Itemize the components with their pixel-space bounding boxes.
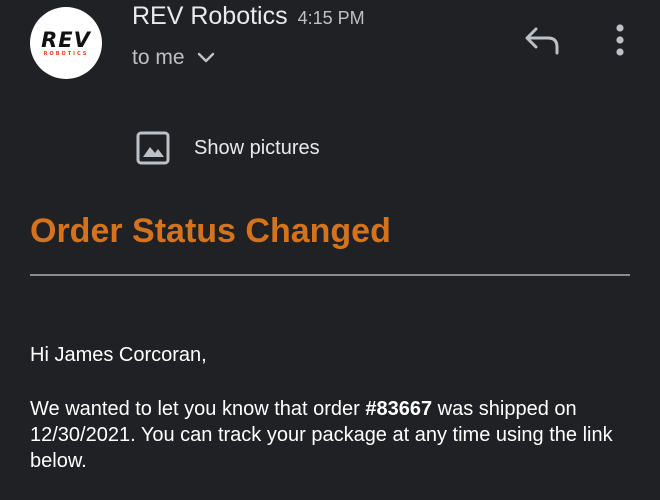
- recipient-details-toggle[interactable]: to me: [132, 46, 215, 70]
- logo-subtext: ROBOTICS: [43, 50, 89, 57]
- email-body: We wanted to let you know that order #83…: [30, 396, 636, 474]
- title-divider: [30, 274, 630, 276]
- sender-name: REV Robotics: [132, 2, 288, 30]
- reply-button[interactable]: [524, 26, 560, 56]
- email-title: Order Status Changed: [30, 212, 391, 250]
- reply-icon: [525, 27, 559, 55]
- show-pictures-button[interactable]: Show pictures: [136, 131, 320, 165]
- logo-text: REV: [41, 27, 91, 52]
- show-pictures-label: Show pictures: [194, 136, 320, 159]
- image-icon: [136, 131, 170, 165]
- greeting-text: Hi James Corcoran,: [30, 344, 207, 366]
- body-text-part1: We wanted to let you know that order: [30, 398, 366, 420]
- more-vertical-icon: [616, 24, 624, 56]
- recipient-text: to me: [132, 46, 185, 69]
- email-view: REV ROBOTICS REV Robotics 4:15 PM to me …: [0, 0, 660, 500]
- more-options-button[interactable]: [606, 22, 634, 58]
- chevron-down-icon: [197, 52, 214, 63]
- order-number: #83667: [365, 398, 433, 420]
- sender-row: REV Robotics 4:15 PM: [132, 2, 365, 31]
- sender-avatar[interactable]: REV ROBOTICS: [30, 7, 102, 79]
- sent-time: 4:15 PM: [297, 8, 365, 28]
